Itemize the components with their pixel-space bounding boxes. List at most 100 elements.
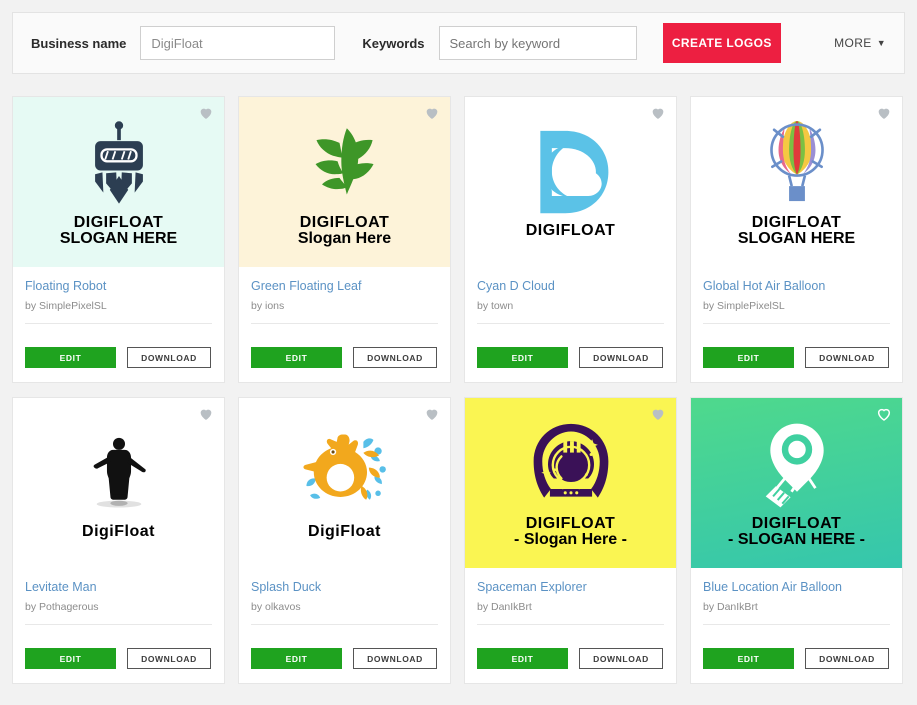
edit-button[interactable]: EDIT xyxy=(25,648,116,669)
logo-wordmark: DIGIFLOAT - SLOGAN HERE - xyxy=(728,515,865,549)
download-button[interactable]: DOWNLOAD xyxy=(127,648,211,669)
logo-card[interactable]: DIGIFLOAT - SLOGAN HERE - Blue Location … xyxy=(690,397,903,684)
edit-button[interactable]: EDIT xyxy=(703,347,794,368)
logo-title-link[interactable]: Spaceman Explorer xyxy=(477,580,664,594)
location-pin-balloon-logo-icon xyxy=(751,418,843,514)
logo-preview[interactable]: DIGIFLOAT SLOGAN HERE xyxy=(691,97,902,267)
download-button[interactable]: DOWNLOAD xyxy=(353,347,437,368)
card-divider xyxy=(477,323,664,324)
logo-author: by DanIkBrt xyxy=(477,601,532,613)
card-actions: EDIT DOWNLOAD xyxy=(251,347,438,368)
favorite-heart-icon[interactable] xyxy=(424,105,440,121)
logo-wordmark: DIGIFLOAT - Slogan Here - xyxy=(514,515,627,549)
logo-info: Splash Duck by olkavos xyxy=(239,568,450,613)
logo-info: Green Floating Leaf by ions xyxy=(239,267,450,312)
favorite-heart-icon[interactable] xyxy=(876,105,892,121)
logo-card[interactable]: DigiFloat Levitate Man by Pothagerous ED… xyxy=(12,397,225,684)
leaf-logo-icon xyxy=(299,117,391,213)
favorite-heart-icon[interactable] xyxy=(424,406,440,422)
logo-results-grid: DIGIFLOAT SLOGAN HERE Floating Robot by … xyxy=(12,96,905,684)
logo-title-link[interactable]: Blue Location Air Balloon xyxy=(703,580,890,594)
edit-button[interactable]: EDIT xyxy=(703,648,794,669)
search-toolbar: Business name Keywords CREATE LOGOS MORE… xyxy=(12,12,905,74)
logo-wordmark-text: DigiFloat xyxy=(308,522,381,540)
edit-button[interactable]: EDIT xyxy=(25,347,116,368)
duck-splash-logo-icon xyxy=(297,426,393,522)
logo-wordmark: DIGIFLOAT xyxy=(526,222,616,239)
card-divider xyxy=(703,624,890,625)
logo-card[interactable]: DIGIFLOAT - Slogan Here - Spaceman Explo… xyxy=(464,397,677,684)
favorite-heart-icon[interactable] xyxy=(198,406,214,422)
logo-wordmark: DIGIFLOAT SLOGAN HERE xyxy=(59,213,178,248)
card-divider xyxy=(251,323,438,324)
logo-card[interactable]: DIGIFLOAT SLOGAN HERE Floating Robot by … xyxy=(12,96,225,383)
favorite-heart-icon[interactable] xyxy=(650,406,666,422)
logo-preview[interactable]: DigiFloat xyxy=(13,398,224,568)
create-logos-button[interactable]: CREATE LOGOS xyxy=(662,23,782,63)
logo-info: Cyan D Cloud by town xyxy=(465,267,676,312)
download-button[interactable]: DOWNLOAD xyxy=(805,347,889,368)
keywords-input[interactable] xyxy=(438,26,637,60)
card-actions: EDIT DOWNLOAD xyxy=(703,648,890,669)
edit-button[interactable]: EDIT xyxy=(477,648,568,669)
edit-button[interactable]: EDIT xyxy=(477,347,568,368)
logo-preview[interactable]: DIGIFLOAT - Slogan Here - xyxy=(465,398,676,568)
download-button[interactable]: DOWNLOAD xyxy=(353,648,437,669)
logo-info: Blue Location Air Balloon by DanIkBrt xyxy=(691,568,902,613)
card-divider xyxy=(477,624,664,625)
card-divider xyxy=(25,624,212,625)
card-actions: EDIT DOWNLOAD xyxy=(703,347,890,368)
logo-wordmark: DigiFloat xyxy=(308,522,381,540)
logo-card[interactable]: DIGIFLOAT Slogan Here Green Floating Lea… xyxy=(238,96,451,383)
favorite-heart-icon[interactable] xyxy=(198,105,214,121)
logo-title-link[interactable]: Green Floating Leaf xyxy=(251,279,438,293)
logo-wordmark: DigiFloat xyxy=(82,523,155,540)
logo-info: Global Hot Air Balloon by SimplePixelSL xyxy=(691,267,902,312)
logo-slogan-text: SLOGAN HERE xyxy=(737,230,856,247)
logo-author: by town xyxy=(477,300,514,312)
logo-title-link[interactable]: Floating Robot xyxy=(25,279,212,293)
logo-slogan-text: - SLOGAN HERE - xyxy=(728,531,865,548)
logo-preview[interactable]: DigiFloat xyxy=(239,398,450,568)
logo-info: Levitate Man by Pothagerous xyxy=(13,568,224,613)
download-button[interactable]: DOWNLOAD xyxy=(579,347,663,368)
logo-wordmark: DIGIFLOAT SLOGAN HERE xyxy=(737,214,856,248)
logo-info: Spaceman Explorer by DanIkBrt xyxy=(465,568,676,613)
more-menu-button[interactable]: MORE ▼ xyxy=(834,36,886,50)
logo-info: Floating Robot by SimplePixelSL xyxy=(13,267,224,312)
favorite-heart-icon[interactable] xyxy=(650,105,666,121)
download-button[interactable]: DOWNLOAD xyxy=(579,648,663,669)
logo-author: by SimplePixelSL xyxy=(25,300,107,312)
logo-author: by DanIkBrt xyxy=(703,601,758,613)
logo-title-link[interactable]: Global Hot Air Balloon xyxy=(703,279,890,293)
logo-author: by olkavos xyxy=(251,601,301,613)
logo-preview[interactable]: DIGIFLOAT - SLOGAN HERE - xyxy=(691,398,902,568)
logo-card[interactable]: DigiFloat Splash Duck by olkavos EDIT DO… xyxy=(238,397,451,684)
download-button[interactable]: DOWNLOAD xyxy=(127,347,211,368)
card-actions: EDIT DOWNLOAD xyxy=(477,648,664,669)
logo-preview[interactable]: DIGIFLOAT SLOGAN HERE xyxy=(13,97,224,267)
card-actions: EDIT DOWNLOAD xyxy=(25,648,212,669)
logo-preview[interactable]: DIGIFLOAT xyxy=(465,97,676,267)
card-divider xyxy=(25,323,212,324)
logo-title-link[interactable]: Cyan D Cloud xyxy=(477,279,664,293)
favorite-heart-icon[interactable] xyxy=(876,406,892,422)
logo-card[interactable]: DIGIFLOAT Cyan D Cloud by town EDIT DOWN… xyxy=(464,96,677,383)
logo-title-link[interactable]: Splash Duck xyxy=(251,580,438,594)
business-name-input[interactable] xyxy=(140,26,336,60)
logo-card[interactable]: DIGIFLOAT SLOGAN HERE Global Hot Air Bal… xyxy=(690,96,903,383)
astronaut-helmet-logo-icon xyxy=(523,418,619,514)
logo-author: by ions xyxy=(251,300,285,312)
card-divider xyxy=(703,323,890,324)
logo-wordmark-text: DIGIFLOAT xyxy=(73,213,164,231)
edit-button[interactable]: EDIT xyxy=(251,347,342,368)
logo-title-link[interactable]: Levitate Man xyxy=(25,580,212,594)
levitating-man-logo-icon xyxy=(76,426,162,522)
edit-button[interactable]: EDIT xyxy=(251,648,342,669)
logo-author: by Pothagerous xyxy=(25,601,99,613)
card-actions: EDIT DOWNLOAD xyxy=(25,347,212,368)
cloud-d-logo-icon xyxy=(523,125,619,221)
logo-slogan-text: SLOGAN HERE xyxy=(59,230,178,247)
download-button[interactable]: DOWNLOAD xyxy=(805,648,889,669)
logo-preview[interactable]: DIGIFLOAT Slogan Here xyxy=(239,97,450,267)
